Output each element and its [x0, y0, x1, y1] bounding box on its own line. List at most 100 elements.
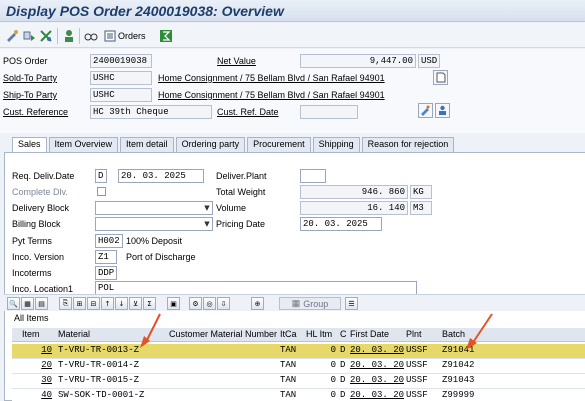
cust-ref-date-label: Cust. Ref. Date — [217, 107, 279, 117]
c-cell: D — [340, 375, 346, 385]
total-weight-field[interactable]: 946. 860 — [300, 185, 408, 199]
column-header-batch[interactable]: Batch — [440, 328, 500, 342]
header-icon[interactable] — [21, 28, 37, 44]
layout-icon[interactable]: ▣ — [167, 297, 180, 310]
grid-menu-icon[interactable]: ☰ — [345, 297, 358, 310]
item-cell[interactable]: 10 — [20, 344, 54, 358]
delete-row-icon[interactable]: ⊟ — [87, 297, 100, 310]
filter-icon[interactable]: ⊻ — [129, 297, 142, 310]
batch-cell: Z91043 — [442, 375, 475, 385]
customer-material-cell — [167, 344, 277, 358]
column-header-itca[interactable]: ItCa — [278, 328, 303, 342]
delivery-block-dropdown[interactable]: ▼ — [95, 201, 213, 215]
inco-location-label: Inco. Location1 — [12, 284, 74, 294]
hl-itm-cell: 0 — [330, 390, 336, 400]
group-toggle-icon[interactable]: ⊕ — [251, 297, 264, 310]
change-display-icon[interactable] — [4, 28, 20, 44]
select-all-icon[interactable]: ▦ — [21, 297, 34, 310]
column-header-material[interactable]: Material — [56, 328, 166, 342]
deliver-plant-field[interactable] — [300, 169, 326, 183]
tab-sales[interactable]: Sales — [12, 137, 47, 152]
edit-icon[interactable] — [418, 103, 433, 118]
item-cell[interactable]: 30 — [20, 374, 54, 388]
item-cell[interactable]: 40 — [20, 389, 54, 401]
tab-item-detail[interactable]: Item detail — [120, 137, 174, 152]
user-icon[interactable] — [435, 103, 450, 118]
sort-descending-icon[interactable]: ↓ — [115, 297, 128, 310]
billing-block-dropdown[interactable]: ▼ — [95, 217, 213, 231]
total-weight-label: Total Weight — [216, 187, 266, 197]
table-row[interactable]: 40 SW-SOK-TD-0001-Z TAN 0 D 20. 03. 2025… — [12, 389, 585, 401]
deselect-icon[interactable]: ▤ — [35, 297, 48, 310]
detail-icon[interactable]: 🔍 — [7, 297, 20, 310]
item-cell[interactable]: 20 — [20, 359, 54, 373]
volume-label: Volume — [216, 203, 247, 213]
pricing-date-field[interactable]: 20. 03. 2025 — [300, 217, 382, 231]
group-button[interactable]: ▦ Group — [279, 297, 341, 310]
complete-dlv-checkbox[interactable] — [97, 187, 106, 196]
total-weight-unit-field[interactable]: KG — [410, 185, 432, 199]
all-items-title: All Items — [14, 313, 49, 323]
column-header-customer-material[interactable]: Customer Material Number — [167, 328, 277, 342]
first-date-cell[interactable]: 20. 03. 2025 — [348, 374, 404, 388]
material-cell: SW-SOK-TD-0001-Z — [58, 390, 145, 400]
tab-ordering-party[interactable]: Ordering party — [175, 137, 246, 152]
cust-reference-field[interactable]: HC 39th Cheque — [90, 105, 212, 119]
net-value-field[interactable]: 9,447.00 — [300, 54, 416, 68]
volume-field[interactable]: 16. 140 — [300, 201, 408, 215]
document-icon[interactable] — [433, 70, 448, 85]
tab-procurement[interactable]: Procurement — [247, 137, 311, 152]
plnt-cell: USSF — [406, 390, 428, 400]
orders-button[interactable]: Orders — [104, 27, 152, 45]
sold-to-description: Home Consignment / 75 Bellam Blvd / San … — [158, 73, 385, 83]
first-date-cell[interactable]: 20. 03. 2025 — [348, 344, 404, 358]
sum-icon[interactable] — [158, 28, 174, 44]
plnt-cell: USSF — [406, 360, 428, 370]
first-date-cell[interactable]: 20. 03. 2025 — [348, 359, 404, 373]
pos-order-field[interactable]: 2400019038 — [90, 54, 152, 68]
column-header-c[interactable]: C — [338, 328, 348, 342]
copy-icon[interactable]: ⎘ — [59, 297, 72, 310]
batch-cell: Z91042 — [442, 360, 475, 370]
table-row[interactable]: 10 T-VRU-TR-0013-Z TAN 0 D 20. 03. 2025 … — [12, 344, 585, 359]
application-toolbar: Orders — [0, 23, 585, 48]
volume-unit-field[interactable]: M3 — [410, 201, 432, 215]
req-deliv-date-type-field[interactable]: D — [95, 169, 107, 183]
column-header-plnt[interactable]: Plnt — [404, 328, 438, 342]
first-date-cell[interactable]: 20. 03. 2025 — [348, 389, 404, 401]
table-row[interactable]: 30 T-VRU-TR-0015-Z TAN 0 D 20. 03. 2025 … — [12, 374, 585, 389]
sold-to-label: Sold-To Party — [3, 73, 58, 83]
sum-icon[interactable]: Σ — [143, 297, 156, 310]
insert-row-icon[interactable]: ⊞ — [73, 297, 86, 310]
column-header-item[interactable]: Item — [20, 328, 50, 342]
req-deliv-date-label: Req. Deliv.Date — [12, 171, 75, 181]
tab-item-overview[interactable]: Item Overview — [48, 137, 119, 152]
batch-cell: Z99999 — [442, 390, 475, 400]
tab-reason-for-rejection[interactable]: Reason for rejection — [361, 137, 455, 152]
currency-field[interactable]: USD — [418, 54, 440, 68]
glasses-icon[interactable] — [83, 28, 99, 44]
partner-icon[interactable] — [61, 28, 77, 44]
material-cell: T-VRU-TR-0014-Z — [58, 360, 140, 370]
tab-shipping[interactable]: Shipping — [312, 137, 360, 152]
settings-icon[interactable]: ⚙ — [189, 297, 202, 310]
window-title: Display POS Order 2400019038: Overview — [6, 3, 284, 19]
ship-to-field[interactable]: USHC — [90, 88, 152, 102]
item-icon[interactable] — [38, 28, 54, 44]
inco-location-field[interactable]: POL — [95, 281, 417, 295]
ship-to-label: Ship-To Party — [3, 90, 58, 100]
pos-order-label: POS Order — [3, 56, 48, 66]
pyt-terms-field[interactable]: H002 — [95, 234, 123, 248]
variant-icon[interactable]: ◎ — [203, 297, 216, 310]
incoterms-field[interactable]: DDP — [95, 266, 117, 280]
sort-ascending-icon[interactable]: ↑ — [101, 297, 114, 310]
sold-to-field[interactable]: USHC — [90, 71, 152, 85]
inco-version-field[interactable]: Z1 — [95, 250, 117, 264]
table-row[interactable]: 20 T-VRU-TR-0014-Z TAN 0 D 20. 03. 2025 … — [12, 359, 585, 374]
customer-material-cell — [167, 374, 277, 388]
req-deliv-date-field[interactable]: 20. 03. 2025 — [118, 169, 204, 183]
export-icon[interactable]: ⇩ — [217, 297, 230, 310]
cust-ref-date-field[interactable] — [300, 105, 358, 119]
column-header-first-date[interactable]: First Date — [348, 328, 402, 342]
column-header-hl-itm[interactable]: HL Itm — [304, 328, 338, 342]
